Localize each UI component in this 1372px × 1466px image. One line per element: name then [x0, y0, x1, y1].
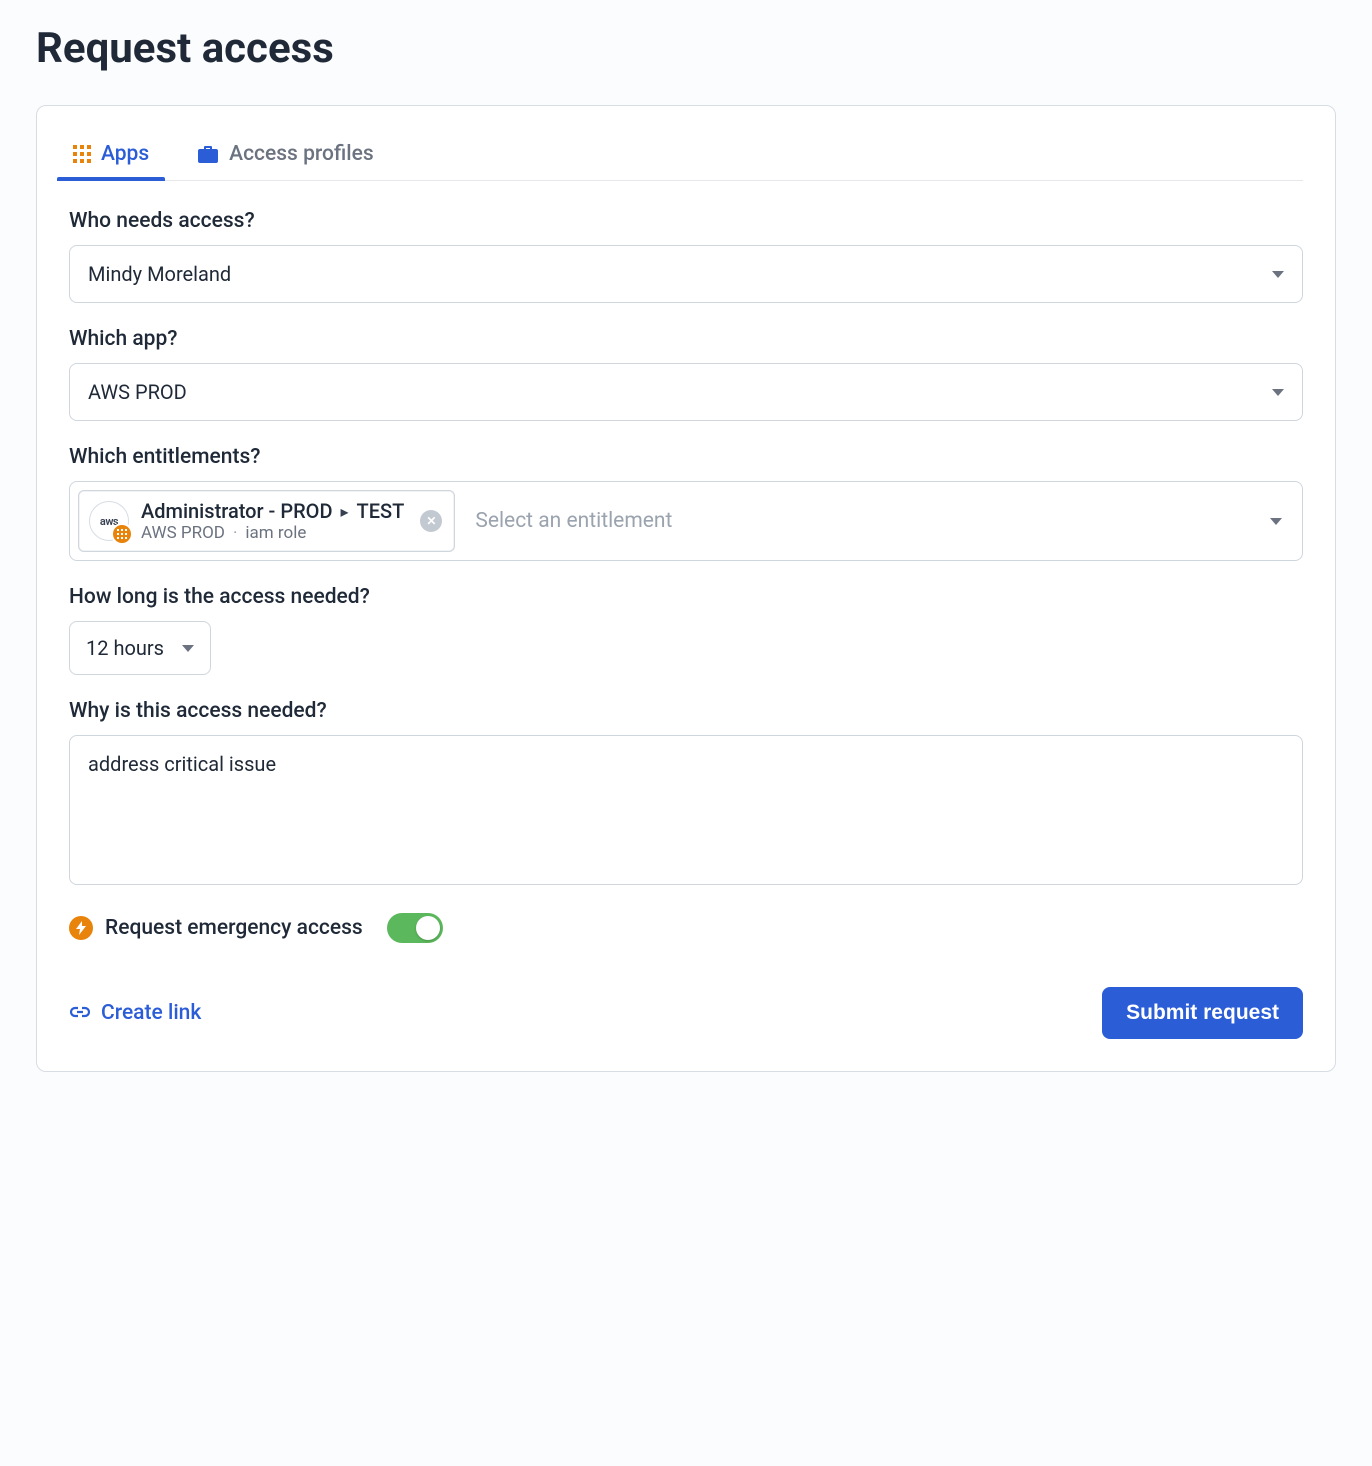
app-value: AWS PROD — [88, 380, 187, 404]
duration-select[interactable]: 12 hours — [69, 621, 211, 675]
duration-value: 12 hours — [86, 636, 164, 660]
create-link-label: Create link — [101, 1001, 201, 1025]
tab-access-profiles[interactable]: Access profiles — [193, 134, 378, 180]
request-form-card: Apps Access profiles Who needs access? M… — [36, 105, 1336, 1072]
apps-badge-icon — [111, 523, 133, 545]
emergency-row: Request emergency access — [69, 913, 1303, 943]
remove-entitlement-button[interactable] — [420, 510, 442, 532]
who-select[interactable]: Mindy Moreland — [69, 245, 1303, 303]
entitlement-chip: aws Administrator - PROD ▸ TEST AWS PROD… — [78, 490, 455, 552]
duration-label: How long is the access needed? — [69, 585, 1303, 609]
tabs: Apps Access profiles — [69, 134, 1303, 181]
entitlement-dropdown-trigger[interactable]: Select an entitlement — [467, 509, 1294, 533]
entitlements-select[interactable]: aws Administrator - PROD ▸ TEST AWS PROD… — [69, 481, 1303, 561]
reason-textarea[interactable] — [69, 735, 1303, 885]
entitlement-title-a: Administrator - PROD — [141, 499, 333, 523]
tab-profiles-label: Access profiles — [229, 142, 374, 166]
entitlement-sub-app: AWS PROD — [141, 523, 225, 543]
entitlement-placeholder: Select an entitlement — [475, 509, 672, 533]
entitlement-chip-icon-wrap: aws — [89, 501, 129, 541]
tab-apps[interactable]: Apps — [69, 134, 153, 180]
entitlement-title-b: TEST — [357, 499, 405, 523]
chevron-down-icon — [1272, 389, 1284, 396]
arrow-right-icon: ▸ — [341, 502, 349, 521]
form-footer: Create link Submit request — [69, 987, 1303, 1039]
emergency-toggle[interactable] — [387, 913, 443, 943]
app-select[interactable]: AWS PROD — [69, 363, 1303, 421]
entitlement-chip-title: Administrator - PROD ▸ TEST — [141, 499, 404, 523]
tab-apps-label: Apps — [101, 142, 149, 166]
entitlement-chip-sub: AWS PROD · iam role — [141, 523, 404, 543]
link-icon — [69, 1001, 91, 1025]
bolt-icon — [69, 916, 93, 940]
page-title: Request access — [36, 24, 1336, 73]
entitlement-sub-type: iam role — [245, 523, 306, 543]
reason-label: Why is this access needed? — [69, 699, 1303, 723]
create-link-button[interactable]: Create link — [69, 1001, 201, 1025]
chevron-down-icon — [1270, 518, 1282, 525]
chevron-down-icon — [1272, 271, 1284, 278]
apps-grid-icon — [73, 145, 91, 163]
chevron-down-icon — [182, 645, 194, 652]
app-label: Which app? — [69, 327, 1303, 351]
who-label: Who needs access? — [69, 209, 1303, 233]
entitlements-label: Which entitlements? — [69, 445, 1303, 469]
toggle-knob — [416, 916, 440, 940]
separator-dot: · — [233, 523, 237, 543]
briefcase-icon — [197, 144, 219, 164]
who-value: Mindy Moreland — [88, 262, 231, 286]
submit-button[interactable]: Submit request — [1102, 987, 1303, 1039]
emergency-label: Request emergency access — [105, 916, 363, 940]
